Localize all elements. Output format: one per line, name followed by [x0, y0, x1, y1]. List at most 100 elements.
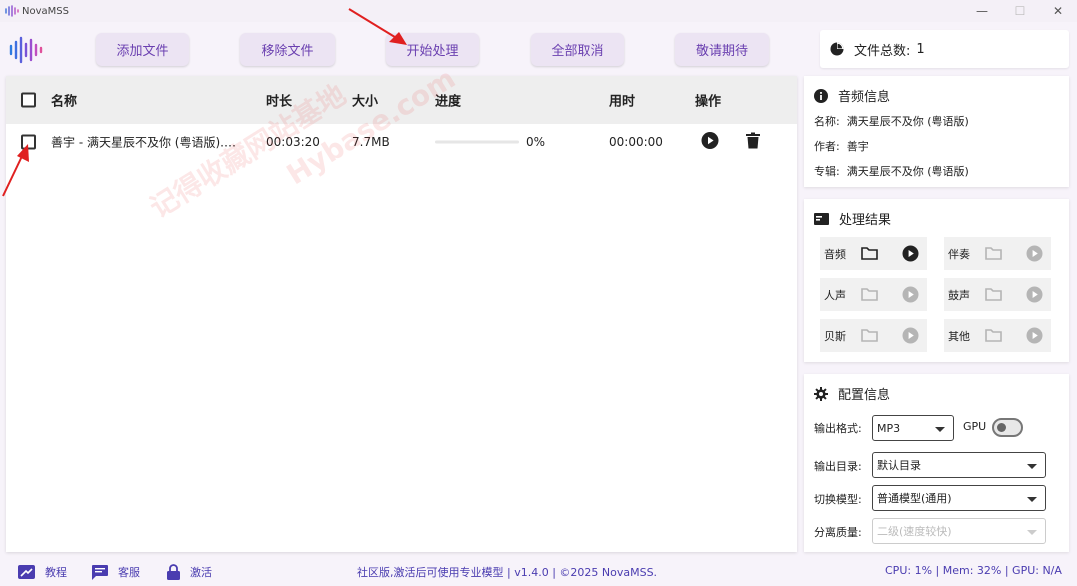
activate-text: 激活: [190, 566, 212, 579]
support-link[interactable]: 客服: [92, 564, 140, 580]
maximize-button[interactable]: ☐: [1001, 0, 1039, 22]
footer-bar: 教程 客服 激活 社区版,激活后可使用专业模型 | v1.4.0 | ©2025…: [0, 556, 1077, 586]
play-circle-icon[interactable]: [902, 286, 919, 303]
title-bar: NovaMSS — ☐ ✕: [0, 0, 1077, 22]
pie-chart-icon: [830, 42, 844, 56]
header-duration: 时长: [266, 94, 293, 110]
format-value: MP3: [877, 421, 901, 435]
result-label: 人声: [824, 288, 846, 302]
result-label: 伴奏: [948, 247, 970, 261]
model-label: 切换模型:: [814, 493, 862, 506]
result-label: 音频: [824, 247, 846, 261]
remove-files-button[interactable]: 移除文件: [240, 33, 335, 66]
results-icon: [814, 212, 829, 225]
file-list-panel: 名称 时长 大小 进度 用时 操作 善宇 - 满天星辰不及你 (粤语版).… 0…: [6, 76, 797, 552]
row-size: 7.7MB: [352, 135, 390, 149]
folder-icon[interactable]: [985, 246, 1002, 260]
config-card: 配置信息 输出格式: MP3 GPU 输出目录: 默认目录 切换模型: 普通模型…: [804, 374, 1069, 552]
info-icon: [814, 88, 828, 103]
coming-soon-button[interactable]: 敬请期待: [675, 33, 769, 66]
output-dir-value: 默认目录: [877, 459, 921, 472]
file-list-header: 名称 时长 大小 进度 用时 操作: [6, 76, 797, 124]
delete-button[interactable]: [746, 132, 760, 152]
model-select[interactable]: 普通模型(通用): [872, 485, 1046, 511]
model-value: 普通模型(通用): [877, 492, 952, 505]
row-name: 善宇 - 满天星辰不及你 (粤语版).…: [51, 135, 236, 150]
window-title: NovaMSS: [22, 5, 69, 17]
app-logo-icon: [5, 5, 19, 17]
results-card: 处理结果 音频 伴奏人声 鼓声贝斯 其他: [804, 199, 1069, 362]
audio-author-value: 善宇: [846, 140, 869, 153]
lock-icon: [167, 564, 180, 580]
play-circle-icon[interactable]: [902, 245, 919, 262]
header-size: 大小: [352, 94, 379, 110]
gpu-toggle[interactable]: [992, 418, 1023, 437]
tutorial-link[interactable]: 教程: [18, 564, 67, 580]
chevron-down-icon: [1027, 530, 1037, 535]
result-label: 其他: [948, 329, 970, 343]
file-count-label: 文件总数:: [854, 43, 911, 59]
result-label: 贝斯: [824, 329, 846, 343]
header-progress: 进度: [435, 94, 462, 110]
result-item-other: 其他: [944, 319, 1051, 352]
result-item-bass: 贝斯: [820, 319, 927, 352]
start-processing-button[interactable]: 开始处理: [386, 33, 479, 66]
result-item-accompaniment: 伴奏: [944, 237, 1051, 270]
gpu-label: GPU: [963, 420, 987, 433]
config-title: 配置信息: [814, 384, 890, 403]
chevron-down-icon: [935, 427, 945, 432]
support-text: 客服: [118, 566, 140, 579]
audio-name-line: 名称: 满天星辰不及你 (粤语版): [814, 113, 969, 129]
result-item-drums: 鼓声: [944, 278, 1051, 311]
play-circle-icon[interactable]: [1026, 286, 1043, 303]
chevron-down-icon: [1027, 464, 1037, 469]
audio-name-value: 满天星辰不及你 (粤语版): [846, 115, 969, 128]
row-elapsed: 00:00:00: [609, 135, 663, 149]
folder-icon[interactable]: [985, 328, 1002, 342]
folder-icon[interactable]: [861, 287, 878, 301]
folder-icon[interactable]: [861, 246, 878, 260]
trash-icon: [746, 132, 760, 149]
select-all-checkbox[interactable]: [21, 92, 36, 108]
cancel-all-button[interactable]: 全部取消: [531, 33, 624, 66]
output-dir-label: 输出目录:: [814, 460, 862, 473]
result-label: 鼓声: [948, 288, 970, 302]
play-circle-icon[interactable]: [1026, 245, 1043, 262]
folder-icon[interactable]: [861, 328, 878, 342]
audio-name-label: 名称:: [814, 115, 840, 128]
output-dir-select[interactable]: 默认目录: [872, 452, 1046, 478]
footer-center-text: 社区版,激活后可使用专业模型 | v1.4.0 | ©2025 NovaMSS.: [357, 566, 658, 579]
quality-select[interactable]: 二级(速度较快): [872, 518, 1046, 544]
quality-label: 分离质量:: [814, 526, 862, 539]
audio-info-title: 音频信息: [814, 86, 890, 105]
close-button[interactable]: ✕: [1039, 0, 1077, 22]
add-files-button[interactable]: 添加文件: [96, 33, 189, 66]
folder-icon[interactable]: [985, 287, 1002, 301]
audio-album-line: 专辑: 满天星辰不及你 (粤语版): [814, 163, 969, 179]
play-button[interactable]: [701, 132, 719, 153]
play-circle-icon: [701, 132, 719, 149]
format-select[interactable]: MP3: [872, 415, 954, 441]
audio-author-label: 作者:: [814, 140, 840, 153]
header-name: 名称: [51, 94, 78, 110]
audio-info-title-text: 音频信息: [838, 90, 891, 105]
gear-icon: [814, 386, 828, 401]
activate-link[interactable]: 激活: [167, 564, 212, 580]
file-count-value: 1: [916, 41, 925, 57]
app-logo: [9, 36, 43, 64]
table-row[interactable]: 善宇 - 满天星辰不及你 (粤语版).… 00:03:20 7.7MB 0% 0…: [6, 124, 797, 160]
results-title: 处理结果: [814, 209, 891, 228]
row-progress-bar: [435, 140, 519, 144]
row-progress-text: 0%: [526, 135, 546, 149]
toggle-knob: [997, 423, 1006, 432]
play-circle-icon[interactable]: [902, 327, 919, 344]
chat-icon: [92, 564, 108, 580]
config-title-text: 配置信息: [838, 388, 891, 403]
row-duration: 00:03:20: [266, 135, 320, 149]
minimize-button[interactable]: —: [963, 0, 1001, 22]
quality-value: 二级(速度较快): [877, 525, 952, 538]
play-circle-icon[interactable]: [1026, 327, 1043, 344]
audio-album-value: 满天星辰不及你 (粤语版): [846, 165, 969, 178]
row-checkbox[interactable]: [21, 134, 36, 150]
results-title-text: 处理结果: [839, 213, 892, 228]
